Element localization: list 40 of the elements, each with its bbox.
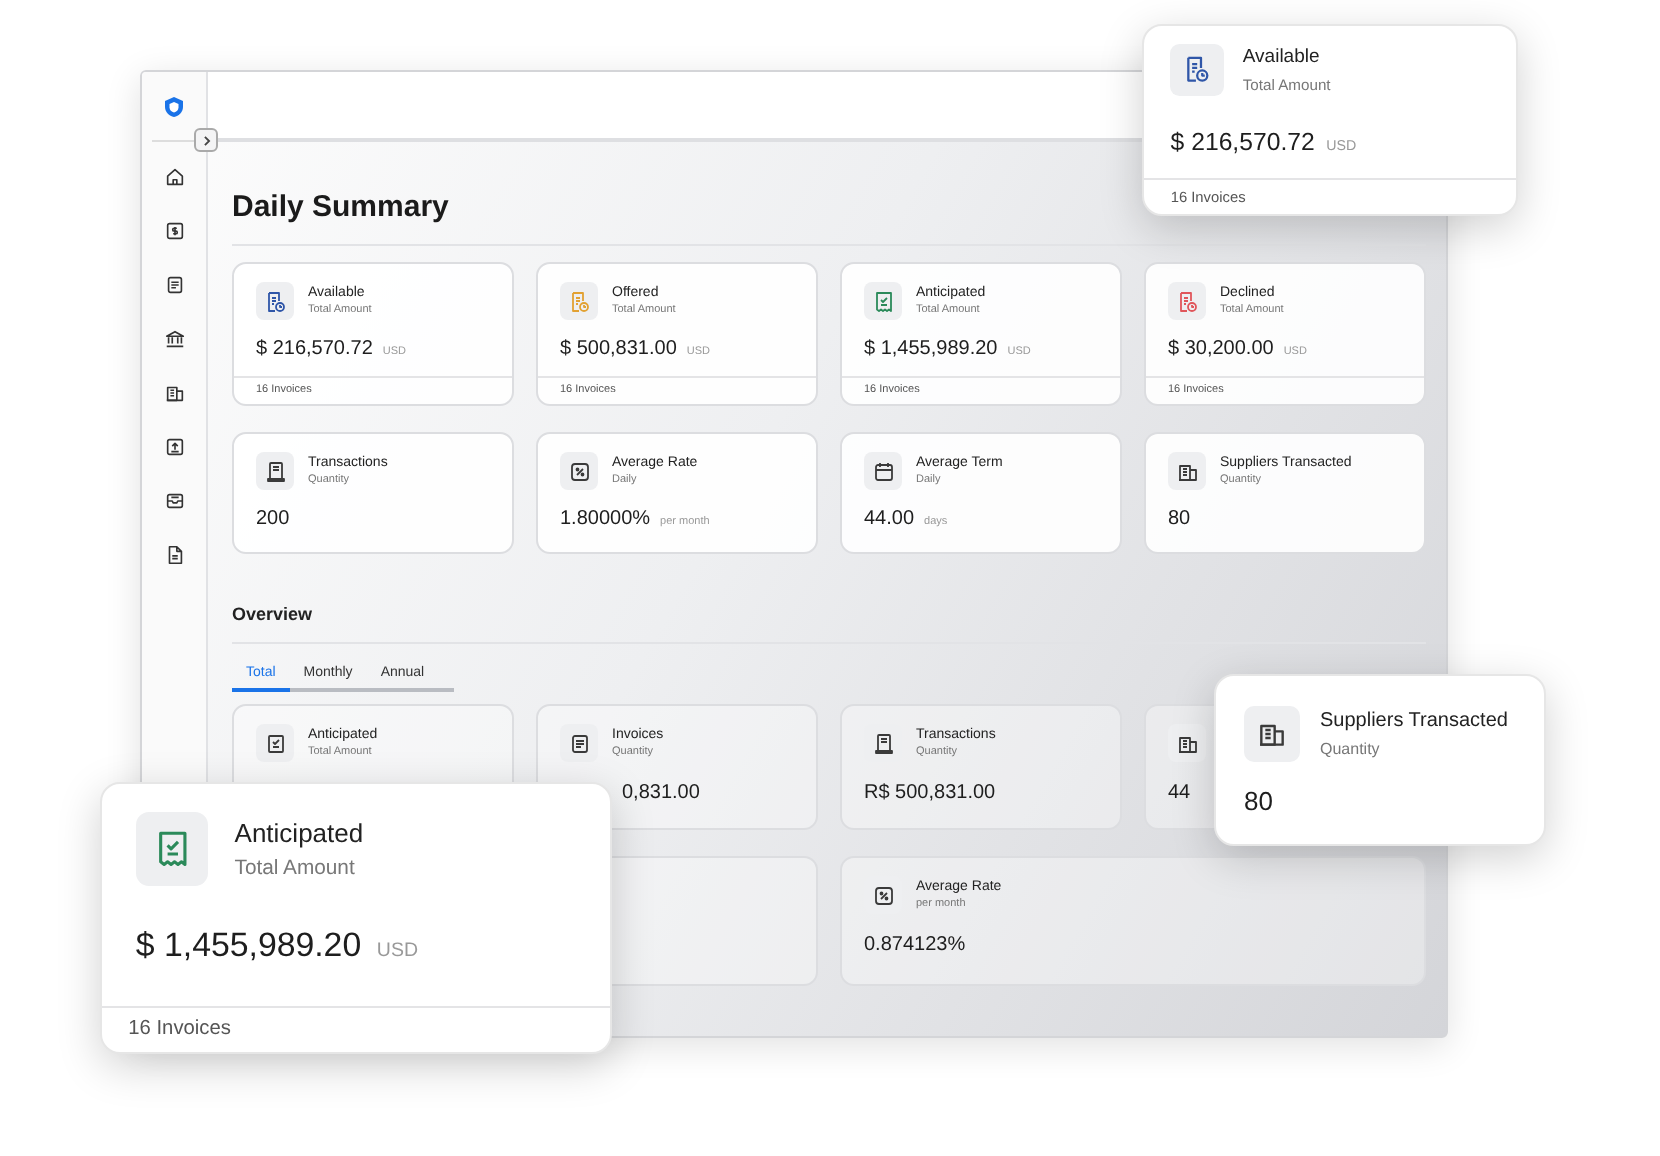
card-value: $ 216,570.72 <box>1170 128 1315 157</box>
document-icon <box>567 731 591 755</box>
card-value: 0.874123% <box>864 934 966 956</box>
card-title: Suppliers Transacted <box>1320 710 1508 733</box>
dollar-icon[interactable] <box>163 220 185 242</box>
shield-logo-icon <box>162 94 186 120</box>
terminal-icon <box>871 731 895 755</box>
card-title: Available <box>1242 46 1322 69</box>
card-title: Anticipated <box>234 818 364 849</box>
card-value: $ 1,455,989.20 <box>864 338 998 360</box>
page-title: Daily Summary <box>232 190 449 224</box>
document-icon[interactable] <box>163 274 185 296</box>
card-footer: 16 Invoices <box>128 1017 231 1040</box>
bank-icon[interactable] <box>163 328 185 350</box>
card-value: 80 <box>1168 508 1191 530</box>
card-value: R$ 500,831.00 <box>864 782 996 804</box>
card-value: $ 30,200.00 <box>1168 338 1274 360</box>
card-value: 44 <box>1168 782 1191 804</box>
card-value: 80 <box>1244 786 1273 816</box>
file-icon[interactable] <box>163 544 185 566</box>
upload-icon[interactable] <box>163 436 185 458</box>
chevron-right-icon <box>199 133 213 147</box>
percent-icon <box>871 883 895 907</box>
card-value: 44.00 <box>864 508 915 530</box>
inbox-icon[interactable] <box>163 490 185 512</box>
card-value: 200 <box>256 508 290 530</box>
card-unit: USD <box>376 940 418 963</box>
receipt-icon <box>263 731 287 755</box>
card-value: $ 216,570.72 <box>256 338 373 360</box>
expand-sidebar-button[interactable] <box>194 128 218 152</box>
building-icon <box>1175 731 1199 755</box>
card-subtitle: Total Amount <box>234 857 357 880</box>
home-icon[interactable] <box>163 166 185 188</box>
section-title: Overview <box>232 604 315 624</box>
card-value: 0,831.00 <box>622 782 700 804</box>
building-icon[interactable] <box>163 382 185 404</box>
card-value: $ 500,831.00 <box>560 338 677 360</box>
card-value: $ 1,455,989.20 <box>135 926 362 967</box>
card-subtitle: Quantity <box>1320 739 1382 758</box>
card-value: 1.80000% <box>560 508 651 530</box>
